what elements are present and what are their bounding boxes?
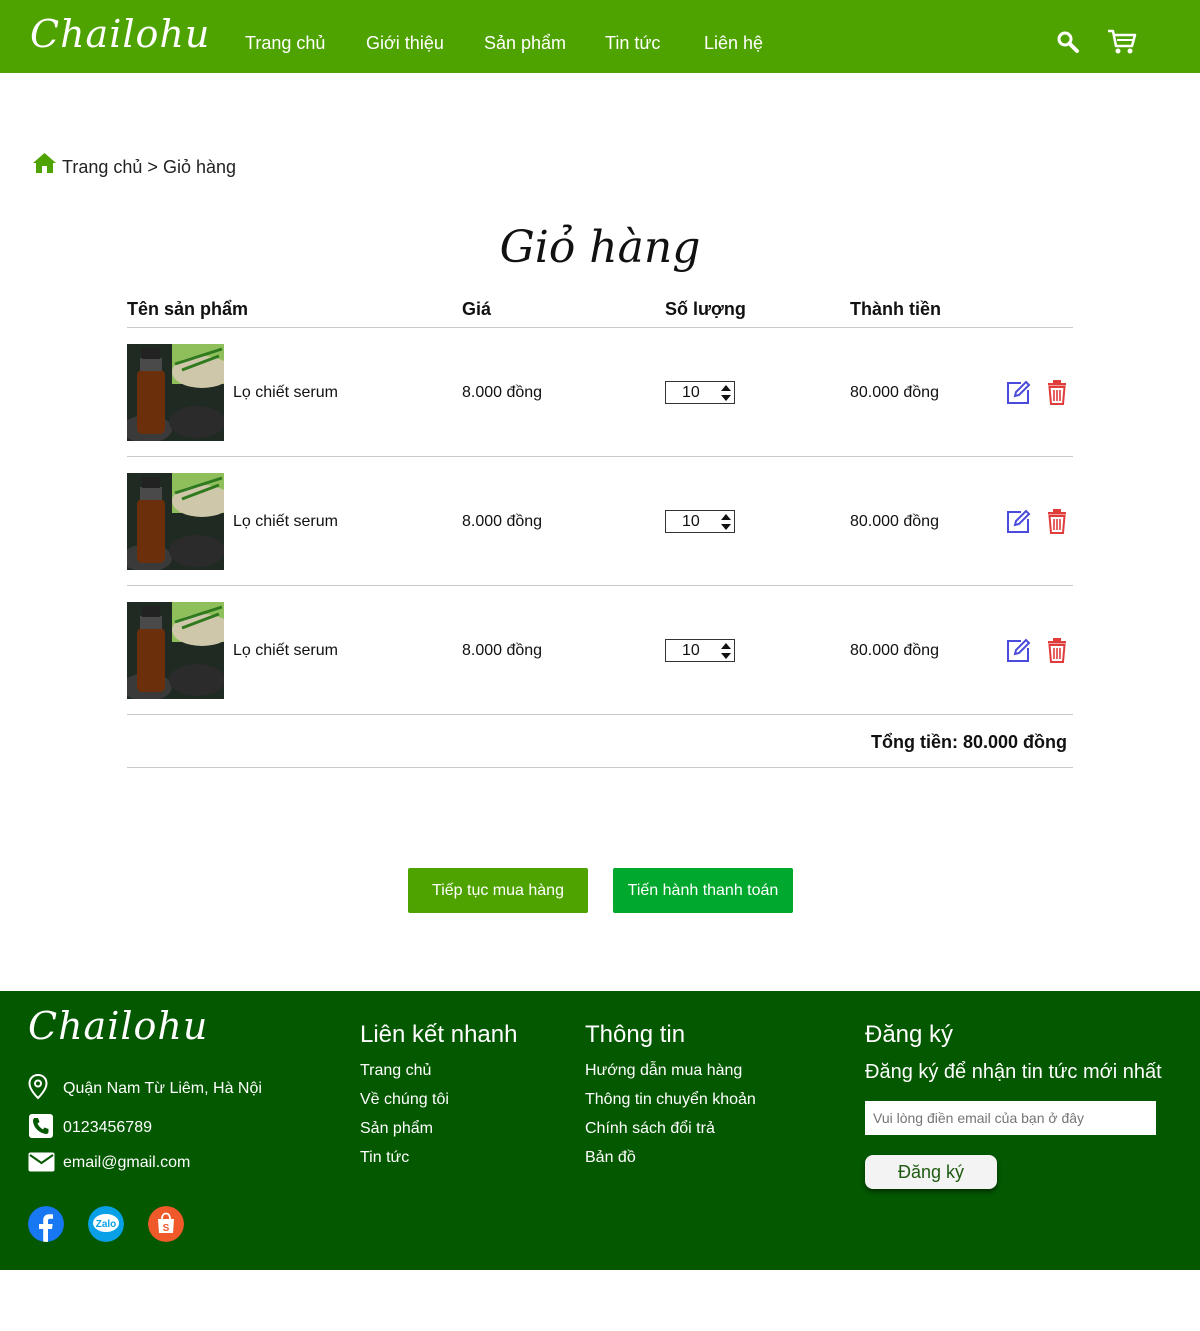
product-price: 8.000 đồng <box>462 642 543 659</box>
nav-item-about[interactable]: Giới thiệu <box>366 33 444 54</box>
stepper-arrows-icon[interactable] <box>721 513 731 531</box>
site-logo[interactable]: Chailohu <box>30 12 210 56</box>
footer-link-returns[interactable]: Chính sách đổi trả <box>585 1120 715 1138</box>
footer-logo[interactable]: Chailohu <box>28 1004 208 1048</box>
footer-link-home[interactable]: Trang chủ <box>360 1062 431 1080</box>
product-thumbnail[interactable] <box>127 344 224 441</box>
stepper-arrows-icon[interactable] <box>721 642 731 660</box>
footer-link-products[interactable]: Sản phẩm <box>360 1120 433 1138</box>
cart-icon[interactable] <box>1106 28 1138 56</box>
nav-item-home[interactable]: Trang chủ <box>245 33 325 54</box>
stepper-arrows-icon[interactable] <box>721 384 731 402</box>
table-row: Lọ chiết serum 8.000 đồng 10 80.000 đồng <box>0 344 1200 441</box>
product-name[interactable]: Lọ chiết serum <box>233 642 338 660</box>
svg-text:S: S <box>163 1223 170 1234</box>
column-header-quantity: Số lượng <box>665 299 746 319</box>
edit-icon[interactable] <box>1005 509 1031 535</box>
column-header-name: Tên sản phẩm <box>127 299 249 319</box>
facebook-icon[interactable] <box>28 1206 64 1242</box>
nav-item-news[interactable]: Tin tức <box>605 33 660 54</box>
subscribe-subtitle: Đăng ký để nhận tin tức mới nhất <box>865 1061 1162 1083</box>
nav-item-products[interactable]: Sản phẩm <box>484 33 566 54</box>
product-price: 8.000 đồng <box>462 513 543 530</box>
product-thumbnail[interactable] <box>127 473 224 570</box>
breadcrumb-home[interactable]: Trang chủ <box>62 157 142 177</box>
quantity-value: 10 <box>682 384 700 401</box>
edit-icon[interactable] <box>1005 638 1031 664</box>
table-row: Lọ chiết serum 8.000 đồng 10 80.000 đồng <box>0 473 1200 570</box>
footer-link-news[interactable]: Tin tức <box>360 1149 409 1167</box>
delete-icon[interactable] <box>1046 379 1068 405</box>
quick-links-title: Liên kết nhanh <box>360 1021 518 1048</box>
cart-total: Tổng tiền: 80.000 đồng <box>870 732 1067 752</box>
product-subtotal: 80.000 đồng <box>850 384 939 401</box>
svg-text:Zalo: Zalo <box>96 1219 117 1230</box>
table-divider <box>127 327 1073 328</box>
quantity-value: 10 <box>682 642 700 659</box>
info-title: Thông tin <box>585 1021 686 1048</box>
nav-item-contact[interactable]: Liên hệ <box>704 33 763 54</box>
footer-email[interactable]: email@gmail.com <box>63 1154 190 1172</box>
continue-shopping-button[interactable]: Tiếp tục mua hàng <box>408 868 588 913</box>
table-divider <box>127 714 1073 715</box>
subscribe-title: Đăng ký <box>865 1021 954 1048</box>
quantity-stepper[interactable]: 10 <box>665 381 735 404</box>
product-name[interactable]: Lọ chiết serum <box>233 513 338 531</box>
table-divider <box>127 585 1073 586</box>
table-divider <box>127 456 1073 457</box>
location-icon <box>28 1074 48 1100</box>
table-row: Lọ chiết serum 8.000 đồng 10 80.000 đồng <box>0 602 1200 699</box>
checkout-button[interactable]: Tiến hành thanh toán <box>613 868 793 913</box>
footer-link-map[interactable]: Bản đồ <box>585 1149 636 1167</box>
subscribe-email-field[interactable] <box>865 1101 1156 1135</box>
column-header-subtotal: Thành tiền <box>850 299 941 319</box>
edit-icon[interactable] <box>1005 380 1031 406</box>
quantity-value: 10 <box>682 513 700 530</box>
breadcrumb-separator: > <box>147 157 158 177</box>
page-title: Giỏ hàng <box>499 222 701 273</box>
footer-address: Quận Nam Từ Liêm, Hà Nội <box>63 1080 262 1097</box>
delete-icon[interactable] <box>1046 508 1068 534</box>
search-icon[interactable] <box>1056 30 1080 54</box>
email-icon <box>28 1152 55 1172</box>
home-icon[interactable] <box>32 152 57 174</box>
phone-icon <box>29 1114 53 1138</box>
footer-phone[interactable]: 0123456789 <box>63 1119 152 1137</box>
zalo-icon[interactable]: Zalo <box>88 1206 124 1242</box>
product-price: 8.000 đồng <box>462 384 543 401</box>
footer-link-guide[interactable]: Hướng dẫn mua hàng <box>585 1062 742 1080</box>
footer-link-transfer[interactable]: Thông tin chuyển khoản <box>585 1091 756 1109</box>
quantity-stepper[interactable]: 10 <box>665 510 735 533</box>
product-subtotal: 80.000 đồng <box>850 513 939 530</box>
shopee-icon[interactable]: S <box>148 1206 184 1242</box>
table-divider <box>127 767 1073 768</box>
delete-icon[interactable] <box>1046 637 1068 663</box>
breadcrumb-current: Giỏ hàng <box>162 157 236 177</box>
product-thumbnail[interactable] <box>127 602 224 699</box>
footer-link-about[interactable]: Về chúng tôi <box>360 1091 449 1109</box>
breadcrumb: Trang chủ > Giỏ hàng <box>62 157 236 178</box>
subscribe-button[interactable]: Đăng ký <box>865 1155 997 1189</box>
product-name[interactable]: Lọ chiết serum <box>233 384 338 402</box>
product-subtotal: 80.000 đồng <box>850 642 939 659</box>
quantity-stepper[interactable]: 10 <box>665 639 735 662</box>
column-header-price: Giá <box>462 299 492 319</box>
